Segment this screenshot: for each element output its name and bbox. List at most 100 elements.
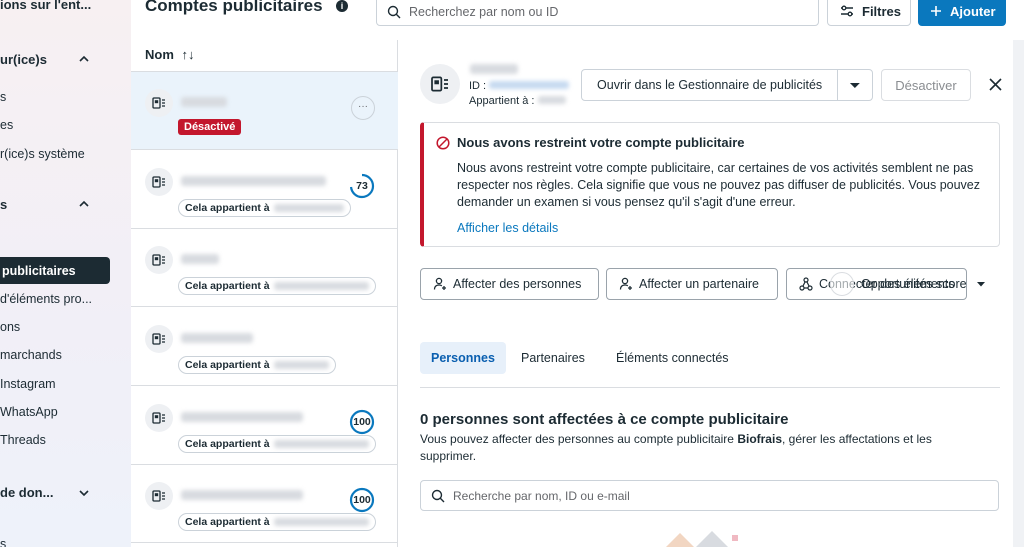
description-text: Vous pouvez affecter des personnes au co… (420, 432, 738, 446)
chevron-up-icon[interactable] (78, 198, 90, 210)
owner-badge: Cela appartient à (178, 513, 376, 531)
account-id-redacted (489, 81, 570, 89)
list-item[interactable]: Cela appartient à 100 (131, 387, 398, 465)
chevron-down-icon[interactable] (78, 487, 90, 499)
owner-badge: Cela appartient à (178, 435, 376, 453)
score-value: 100 (353, 416, 371, 428)
sidebar-item-people[interactable]: s (0, 90, 6, 104)
account-id: ID : (469, 80, 570, 92)
account-owner-label: Appartient à : (469, 95, 535, 107)
account-owner: Appartient à : (469, 95, 566, 107)
empty-state-illustration (666, 531, 738, 547)
deactivate-button[interactable]: Désactiver (881, 69, 971, 101)
show-details-link[interactable]: Afficher les détails (457, 221, 558, 235)
caret-down-icon[interactable] (976, 279, 986, 289)
ad-account-icon (145, 89, 173, 117)
assign-people-label: Affecter des personnes (453, 277, 582, 291)
score-value: 100 (353, 494, 371, 506)
tab-people[interactable]: Personnes (420, 342, 506, 374)
people-search-input[interactable]: Recherche par nom, ID ou e-mail (420, 480, 999, 511)
sidebar-item-whatsapp[interactable]: WhatsApp (0, 405, 58, 419)
ad-accounts-list: Nom ↑↓ Désactivé ··· Cela appartient à 7… (131, 40, 398, 547)
owner-label: Cela appartient à (185, 202, 270, 214)
owner-label: Cela appartient à (185, 359, 270, 371)
sidebar-section-data-sources[interactable]: de don... (0, 485, 53, 500)
people-search-placeholder: Recherche par nom, ID ou e-mail (453, 489, 630, 503)
account-name-redacted (181, 254, 219, 264)
list-item[interactable]: Cela appartient à (131, 308, 398, 386)
restriction-alert: Nous avons restreint votre compte public… (420, 122, 1000, 247)
open-ads-manager-label: Ouvrir dans le Gestionnaire de publicité… (597, 78, 823, 92)
owner-redacted (273, 282, 369, 290)
owner-badge: Cela appartient à (178, 356, 336, 374)
chevron-up-icon[interactable] (78, 53, 90, 65)
list-item[interactable]: Désactivé ··· (131, 72, 398, 150)
column-header-label: Nom (145, 47, 174, 62)
sidebar-section-users[interactable]: ur(ice)s (0, 52, 47, 67)
account-name-redacted (181, 412, 303, 422)
caret-down-icon[interactable] (838, 70, 872, 100)
open-ads-manager-button[interactable]: Ouvrir dans le Gestionnaire de publicité… (581, 69, 873, 101)
opportunity-score-overlay: Opportunités score (861, 277, 967, 291)
status-badge: Désactivé (178, 119, 242, 135)
owner-label: Cela appartient à (185, 280, 270, 292)
filters-label: Filtres (862, 3, 902, 19)
owner-badge: Cela appartient à (178, 199, 351, 217)
sidebar-item-more[interactable]: s (0, 537, 6, 547)
sidebar-item-system-users[interactable]: r(ice)s système (0, 147, 85, 161)
account-name: Biofrais (737, 432, 782, 446)
ad-account-icon (145, 168, 173, 196)
sidebar-item-instagram[interactable]: Instagram (0, 377, 56, 391)
account-detail-panel: ID : Appartient à : Ouvrir dans le Gesti… (398, 40, 1024, 547)
tab-partners[interactable]: Partenaires (510, 342, 596, 374)
ad-account-icon (145, 246, 173, 274)
account-name-redacted (181, 333, 253, 343)
list-item[interactable]: Cela appartient à 100 (131, 465, 398, 543)
account-owner-redacted (537, 96, 566, 104)
ad-account-icon (420, 64, 460, 104)
prohibited-icon (436, 136, 450, 150)
opportunity-score[interactable]: 73 (349, 173, 375, 199)
filters-button[interactable]: Filtres (827, 0, 911, 26)
owner-badge: Cela appartient à (178, 277, 376, 295)
account-name-redacted (181, 490, 303, 500)
sidebar-item-merchant-accounts[interactable]: marchands (0, 348, 62, 362)
close-icon[interactable] (989, 78, 1002, 91)
connected-nodes-icon (799, 277, 813, 291)
opportunity-score[interactable]: 100 (349, 409, 375, 435)
search-icon (431, 489, 445, 503)
sidebar-section-accounts[interactable]: s (0, 197, 7, 212)
sidebar-item-ad-accounts[interactable]: publicitaires (0, 257, 110, 284)
list-item[interactable]: Cela appartient à 73 (131, 151, 398, 229)
add-button[interactable]: Ajouter (918, 0, 1006, 26)
sidebar-item-threads[interactable]: Threads (0, 433, 46, 447)
account-name-redacted (181, 176, 326, 186)
assign-partner-button[interactable]: Affecter un partenaire (606, 268, 778, 300)
loading-spinner-icon (830, 272, 854, 296)
tab-connected-assets[interactable]: Éléments connectés (605, 342, 740, 374)
sidebar-item-asset-groups[interactable]: d'éléments pro... (0, 292, 92, 306)
account-name-redacted (181, 97, 227, 107)
opportunity-score[interactable]: 100 (349, 487, 375, 513)
owner-redacted (273, 518, 369, 526)
add-label: Ajouter (950, 3, 996, 19)
sidebar-item-partners[interactable]: es (0, 118, 13, 132)
scrollbar[interactable] (1013, 40, 1024, 547)
list-item[interactable]: Cela appartient à (131, 229, 398, 307)
owner-label: Cela appartient à (185, 516, 270, 528)
alert-body: Nous avons restreint votre compte public… (457, 161, 981, 209)
sidebar: ions sur l'ent... ur(ice)s s es r(ice)s … (0, 0, 131, 547)
add-person-icon (619, 277, 632, 290)
more-options-icon[interactable]: ··· (351, 96, 375, 120)
info-icon[interactable]: i (336, 0, 348, 12)
page-title: Comptes publicitaires (145, 0, 323, 15)
assign-people-button[interactable]: Affecter des personnes (420, 268, 599, 300)
sort-icon[interactable]: ↑↓ (182, 47, 195, 62)
search-input[interactable]: Recherchez par nom ou ID (376, 0, 819, 26)
owner-redacted (273, 440, 369, 448)
account-id-label: ID : (469, 80, 487, 92)
column-header-name[interactable]: Nom ↑↓ (145, 47, 195, 62)
search-placeholder: Recherchez par nom ou ID (409, 5, 559, 19)
sidebar-item-business-settings[interactable]: ions sur l'ent... (0, 0, 91, 12)
sidebar-item-applications[interactable]: ons (0, 320, 20, 334)
